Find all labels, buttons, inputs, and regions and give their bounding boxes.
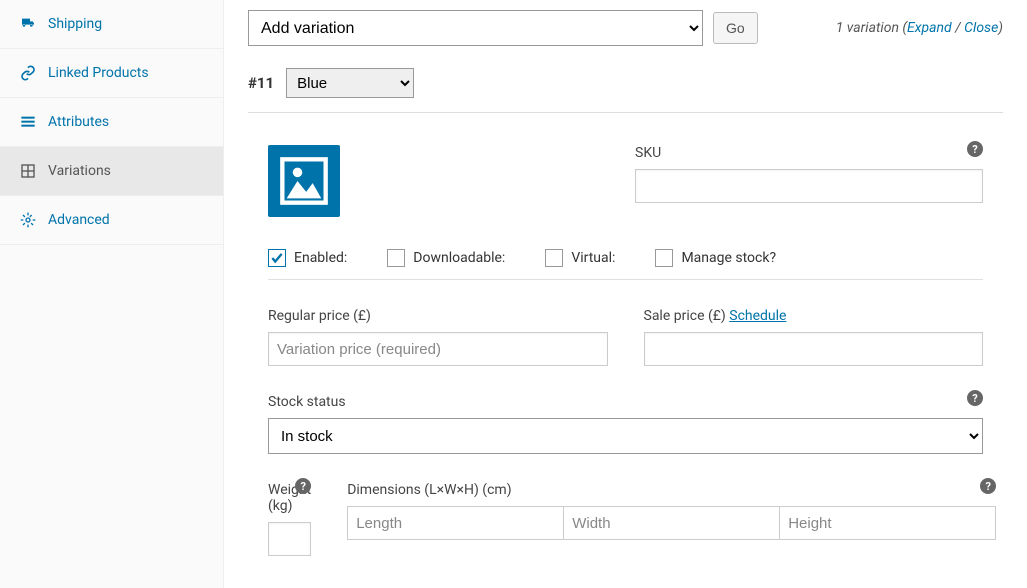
stock-status-help-icon[interactable]: ? xyxy=(967,390,983,406)
dimensions-label: Dimensions (L×W×H) (cm) xyxy=(347,482,996,498)
enabled-checkbox[interactable]: Enabled: xyxy=(268,249,347,267)
regular-price-input[interactable] xyxy=(268,332,608,366)
sidebar-item-linked-products[interactable]: Linked Products xyxy=(0,49,223,98)
sidebar-item-label: Advanced xyxy=(48,212,110,228)
sidebar-item-label: Shipping xyxy=(48,16,102,32)
sidebar-item-attributes[interactable]: Attributes xyxy=(0,98,223,147)
sidebar-item-label: Variations xyxy=(48,163,111,179)
sidebar-item-label: Attributes xyxy=(48,114,109,130)
regular-price-label: Regular price (£) xyxy=(268,308,608,324)
variation-id: #11 xyxy=(248,74,274,92)
length-input[interactable] xyxy=(347,506,564,540)
variation-attribute-select[interactable]: Blue xyxy=(286,68,414,98)
sale-price-input[interactable] xyxy=(644,332,984,366)
variation-image-placeholder[interactable] xyxy=(268,145,340,217)
sidebar-item-advanced[interactable]: Advanced xyxy=(0,196,223,245)
sku-help-icon[interactable]: ? xyxy=(967,141,983,157)
weight-input[interactable] xyxy=(268,522,311,556)
checkbox-icon xyxy=(545,249,563,267)
width-input[interactable] xyxy=(563,506,780,540)
gear-icon xyxy=(20,212,36,228)
sale-price-label: Sale price (£) Schedule xyxy=(644,308,984,324)
downloadable-checkbox[interactable]: Downloadable: xyxy=(387,249,505,267)
sidebar-item-shipping[interactable]: Shipping xyxy=(0,0,223,49)
image-icon xyxy=(278,155,330,207)
stock-status-label: Stock status xyxy=(268,394,983,410)
height-input[interactable] xyxy=(779,506,996,540)
checkbox-icon xyxy=(387,249,405,267)
close-link[interactable]: Close xyxy=(964,20,998,36)
list-icon xyxy=(20,114,36,130)
sku-input[interactable] xyxy=(635,169,983,203)
sidebar-item-variations[interactable]: Variations xyxy=(0,147,223,196)
virtual-checkbox[interactable]: Virtual: xyxy=(545,249,615,267)
variation-count-text: 1 variation (Expand / Close) xyxy=(836,20,1003,36)
manage-stock-checkbox[interactable]: Manage stock? xyxy=(655,249,776,267)
go-button[interactable]: Go xyxy=(713,12,758,44)
truck-icon xyxy=(20,16,36,32)
add-variation-select[interactable]: Add variation xyxy=(248,10,703,46)
expand-link[interactable]: Expand xyxy=(907,20,952,36)
grid-icon xyxy=(20,163,36,179)
stock-status-select[interactable]: In stock xyxy=(268,418,983,454)
sidebar-item-label: Linked Products xyxy=(48,65,149,81)
sku-label: SKU xyxy=(635,145,983,161)
checkbox-icon xyxy=(268,249,286,267)
schedule-link[interactable]: Schedule xyxy=(729,308,786,324)
link-icon xyxy=(20,65,36,81)
checkbox-icon xyxy=(655,249,673,267)
